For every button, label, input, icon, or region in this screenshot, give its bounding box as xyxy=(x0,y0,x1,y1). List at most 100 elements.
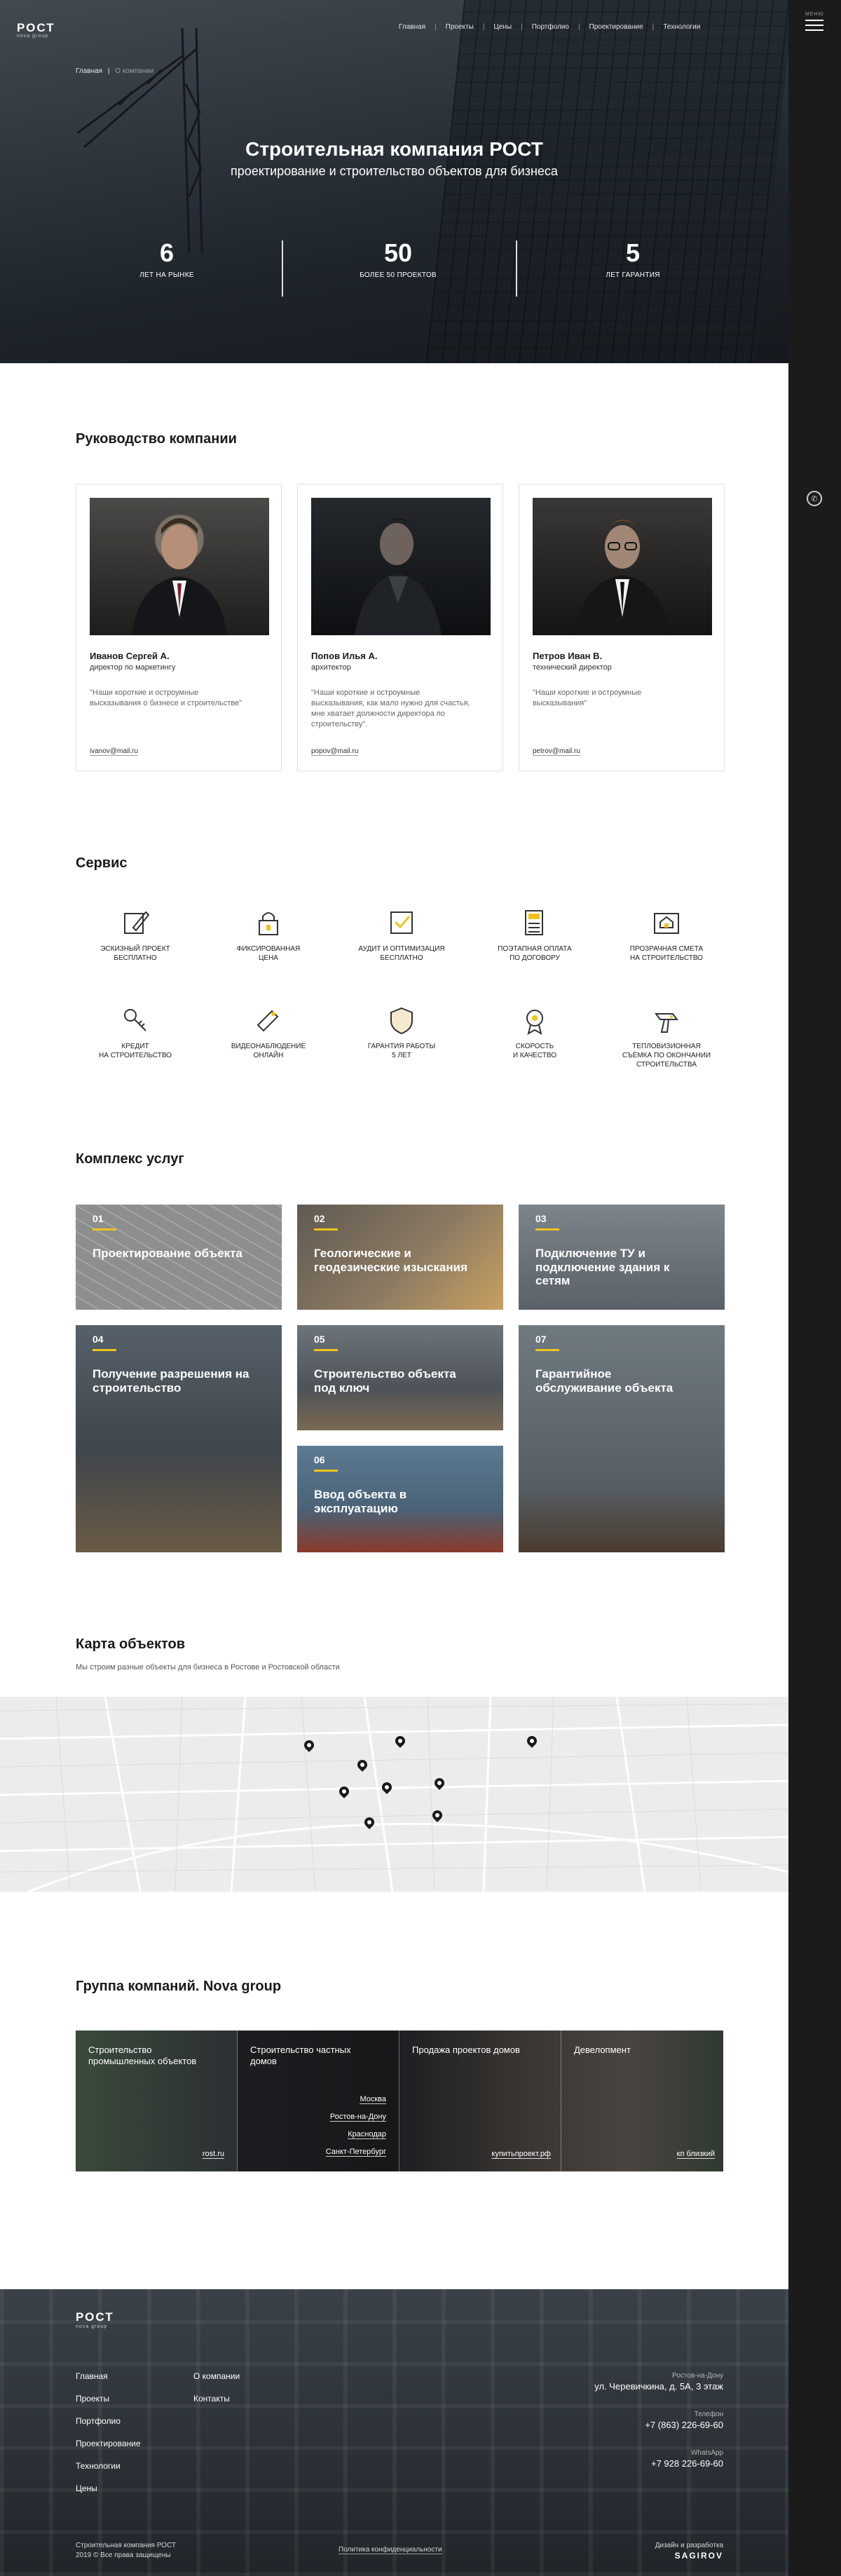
tile-title: Ввод объекта в эксплуатацию xyxy=(314,1488,407,1515)
stat-number: 5 xyxy=(625,238,641,267)
footer-logo[interactable]: РОСТ nova group xyxy=(76,2310,114,2329)
breadcrumb-home[interactable]: Главная xyxy=(76,67,102,75)
service-item-label: КРЕДИТ НА СТРОИТЕЛЬСТВО xyxy=(99,1043,172,1059)
person-silhouette-icon xyxy=(132,518,227,635)
service-item-label: ЭСКИЗНЫЙ ПРОЕКТ БЕСПЛАТНО xyxy=(100,945,170,962)
tile-title: Гарантийное обслуживание объекта xyxy=(535,1367,674,1395)
service-item: ПРОЗРАЧНАЯ СМЕТА НА СТРОИТЕЛЬСТВО xyxy=(607,907,726,963)
person-quote: "Наши короткие и остроумные высказывания… xyxy=(533,689,642,707)
footer-address-value: ул. Черевичкина, д. 5А, 3 этаж xyxy=(594,2381,723,2392)
footer-link-about[interactable]: О компании xyxy=(193,2371,240,2381)
group-city-link[interactable]: Ростов-на-Дону xyxy=(329,2113,386,2122)
stat-label: ЛЕТ НА РЫНКЕ xyxy=(139,271,194,279)
person-photo xyxy=(533,498,712,635)
thermal-camera-icon xyxy=(655,1013,678,1033)
footer-link-design[interactable]: Проектирование xyxy=(76,2439,141,2448)
footer-whatsapp: WhatsApp +7 928 226-69-60 xyxy=(651,2449,723,2469)
service-tile-geology[interactable]: 02 Геологические и геодезические изыскан… xyxy=(297,1205,503,1310)
stat-number: 6 xyxy=(159,238,175,267)
footer-link-technology[interactable]: Технологии xyxy=(76,2461,121,2471)
service-item-label: СКОРОСТЬ И КАЧЕСТВО xyxy=(512,1043,557,1059)
nav-item-projects[interactable]: Проекты xyxy=(437,23,483,31)
person-silhouette-icon xyxy=(575,520,670,635)
footer-copyright-line1: Строительная компания РОСТ xyxy=(76,2542,176,2549)
footer-link-contacts[interactable]: Контакты xyxy=(193,2394,230,2404)
group-city-link[interactable]: Москва xyxy=(360,2095,386,2104)
page-title: Строительная компания РОСТ xyxy=(245,138,543,160)
service-tile-warranty[interactable]: 07 Гарантийное обслуживание объекта xyxy=(519,1325,725,1552)
person-name: Петров Иван В. xyxy=(533,651,603,661)
nav-item-prices[interactable]: Цены xyxy=(484,23,521,31)
service-tile-commissioning[interactable]: 06 Ввод объекта в эксплуатацию xyxy=(297,1446,503,1552)
footer-link-prices[interactable]: Цены xyxy=(76,2483,97,2493)
sketch-pencil-icon xyxy=(124,911,150,934)
service-item-label: ПРОЗРАЧНАЯ СМЕТА НА СТРОИТЕЛЬСТВО xyxy=(629,945,704,962)
tile-number: 05 xyxy=(314,1334,325,1345)
breadcrumb-separator: | xyxy=(107,67,110,75)
stat-label: ЛЕТ ГАРАНТИЯ xyxy=(606,271,660,279)
objects-map[interactable] xyxy=(0,1697,788,1892)
nav-item-design[interactable]: Проектирование xyxy=(580,23,652,31)
service-tile-permit[interactable]: 04 Получение разрешения на строительство xyxy=(76,1325,282,1552)
camera-icon xyxy=(257,1010,279,1032)
group-column-development[interactable]: Девелопмент кп близкий xyxy=(561,2031,723,2171)
group-column-title: Девелопмент xyxy=(574,2045,631,2055)
footer-link-portfolio[interactable]: Портфолио xyxy=(76,2416,121,2426)
shield-icon xyxy=(390,1007,413,1035)
group-column-link[interactable]: купитьпроект.рф xyxy=(491,2150,551,2159)
site-logo[interactable]: РОСТ nova group xyxy=(17,21,55,39)
service-item: ПОЭТАПНАЯ ОПЛАТА ПО ДОГОВОРУ xyxy=(475,907,594,963)
group-column-link[interactable]: rost.ru xyxy=(202,2150,224,2159)
person-name: Попов Илья А. xyxy=(311,651,378,661)
footer-phone-label: Телефон xyxy=(694,2411,723,2418)
service-item-label: ТЕПЛОВИЗИОННАЯ СЪЁМКА ПО ОКОНЧАНИИ СТРОИ… xyxy=(622,1043,711,1069)
service-tile-design[interactable]: 01 Проектирование объекта xyxy=(76,1205,282,1310)
group-column-private-houses[interactable]: Строительство частных домов Москва Росто… xyxy=(238,2031,399,2171)
person-card: Петров Иван В. технический директор "Наш… xyxy=(519,484,725,771)
group-column-link[interactable]: кп близкий xyxy=(676,2150,715,2159)
footer-address-label: Ростов-на-Дону xyxy=(672,2372,723,2380)
footer-phone-link[interactable]: +7 (863) 226-69-60 xyxy=(645,2420,723,2430)
map-subtitle: Мы строим разные объекты для бизнеса в Р… xyxy=(76,1663,340,1672)
person-email-link[interactable]: popov@mail.ru xyxy=(311,747,359,756)
tile-title: Подключение ТУ и подключение здания к се… xyxy=(535,1247,670,1288)
person-role: технический директор xyxy=(533,663,612,672)
service-item: КРЕДИТ НА СТРОИТЕЛЬСТВО xyxy=(76,1004,195,1060)
person-role: архитектор xyxy=(311,663,351,672)
person-card: Иванов Сергей А. директор по маркетингу … xyxy=(76,484,282,771)
tile-number: 03 xyxy=(535,1213,547,1224)
nav-item-technology[interactable]: Технологии xyxy=(654,23,709,31)
person-name: Иванов Сергей А. xyxy=(90,651,170,661)
tile-number: 01 xyxy=(93,1213,104,1224)
service-title: Сервис xyxy=(76,855,128,871)
tile-number: 04 xyxy=(93,1334,104,1345)
group-column-house-projects[interactable]: Продажа проектов домов купитьпроект.рф xyxy=(399,2031,561,2171)
nav-item-home[interactable]: Главная xyxy=(390,23,435,31)
complex-services-title: Комплекс услуг xyxy=(76,1151,184,1167)
service-item-label: ГАРАНТИЯ РАБОТЫ 5 ЛЕТ xyxy=(367,1043,436,1059)
person-quote: "Наши короткие и остроумные высказывания… xyxy=(90,689,242,707)
right-sidebar: МЕНЮ ✆ xyxy=(788,0,841,2576)
group-city-link[interactable]: Санкт-Петербург xyxy=(325,2148,386,2157)
menu-button[interactable]: МЕНЮ xyxy=(805,12,823,32)
service-tile-connection[interactable]: 03 Подключение ТУ и подключение здания к… xyxy=(519,1205,725,1310)
service-item-label: АУДИТ И ОПТИМИЗАЦИЯ БЕСПЛАТНО xyxy=(358,945,445,962)
privacy-policy-link[interactable]: Политика конфиденциальности xyxy=(339,2546,442,2554)
service-tile-turnkey[interactable]: 05 Строительство объекта под ключ xyxy=(297,1325,503,1430)
footer-whatsapp-link[interactable]: +7 928 226-69-60 xyxy=(651,2458,723,2469)
service-item: ФИКСИРОВАННАЯ ЦЕНА xyxy=(209,907,328,963)
footer-address: Ростов-на-Дону ул. Черевичкина, д. 5А, 3… xyxy=(594,2372,723,2392)
footer-link-projects[interactable]: Проекты xyxy=(76,2394,109,2404)
group-column-industrial[interactable]: Строительство промышленных объектов rost… xyxy=(76,2031,238,2171)
nav-item-portfolio[interactable]: Портфолио xyxy=(523,23,578,31)
service-item: ВИДЕОНАБЛЮДЕНИЕ ОНЛАЙН xyxy=(209,1004,328,1060)
stat-label: БОЛЕЕ 50 ПРОЕКТОВ xyxy=(360,271,437,279)
developer-link[interactable]: SAGIROV xyxy=(675,2551,723,2561)
footer-link-home[interactable]: Главная xyxy=(76,2371,108,2381)
person-email-link[interactable]: petrov@mail.ru xyxy=(533,747,580,756)
group-city-link[interactable]: Краснодар xyxy=(348,2130,386,2139)
top-navigation: Главная | Проекты | Цены | Портфолио | Проек… xyxy=(390,23,709,31)
service-item-label: ПОЭТАПНАЯ ОПЛАТА ПО ДОГОВОРУ xyxy=(498,945,572,962)
person-email-link[interactable]: ivanov@mail.ru xyxy=(90,747,139,756)
whatsapp-icon[interactable]: ✆ xyxy=(807,491,822,506)
